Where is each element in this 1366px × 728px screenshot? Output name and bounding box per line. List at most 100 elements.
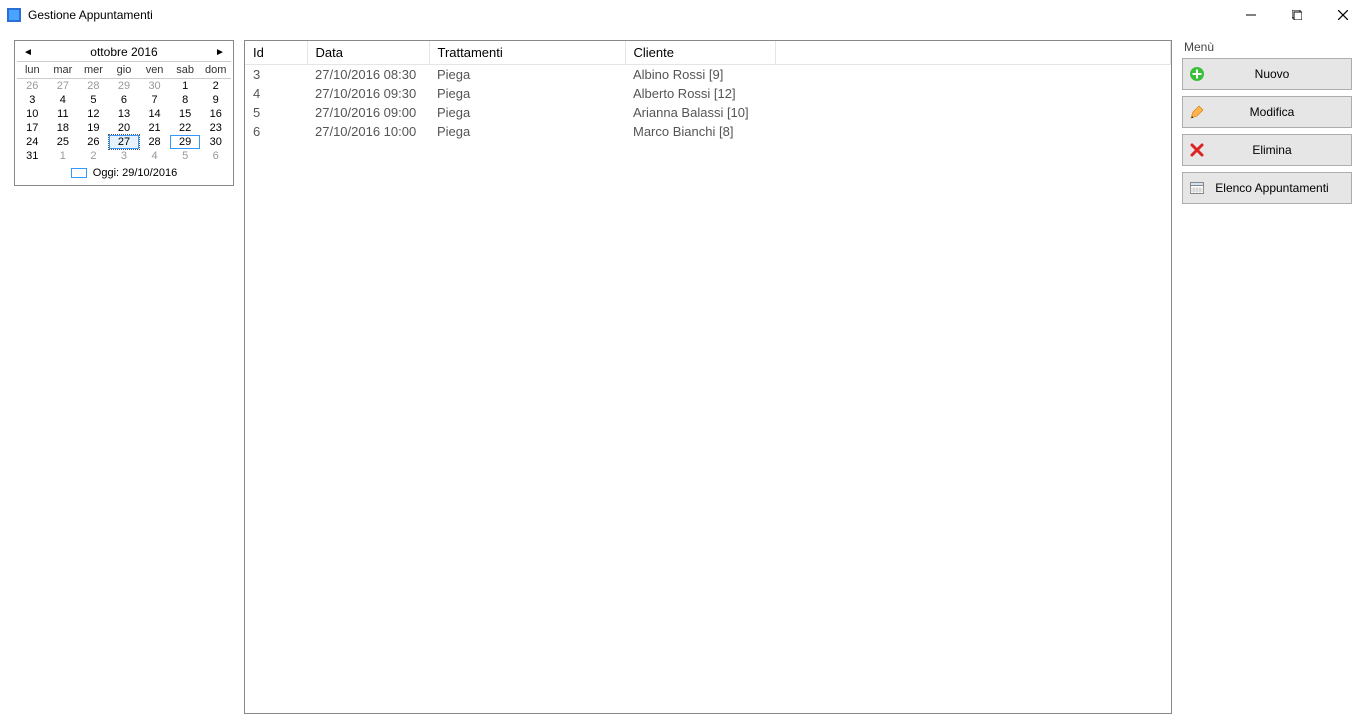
close-button[interactable]: [1320, 0, 1366, 30]
calendar-day[interactable]: 25: [48, 135, 79, 149]
cell-empty: [775, 103, 1171, 122]
elimina-label: Elimina: [1211, 143, 1351, 157]
title-bar: Gestione Appuntamenti: [0, 0, 1366, 30]
calendar-day[interactable]: 27: [48, 79, 79, 93]
calendar-day[interactable]: 28: [139, 135, 170, 149]
calendar-today-link[interactable]: Oggi: 29/10/2016: [17, 163, 231, 179]
calendar-day[interactable]: 13: [109, 107, 140, 121]
cell-cliente: Marco Bianchi [8]: [625, 122, 775, 141]
calendar-day[interactable]: 31: [17, 149, 48, 163]
cell-id: 3: [245, 65, 307, 85]
calendar-day[interactable]: 6: [109, 93, 140, 107]
column-header-cliente[interactable]: Cliente: [625, 41, 775, 65]
table-row[interactable]: 427/10/2016 09:30PiegaAlberto Rossi [12]: [245, 84, 1171, 103]
table-row[interactable]: 627/10/2016 10:00PiegaMarco Bianchi [8]: [245, 122, 1171, 141]
calendar-day[interactable]: 6: [200, 149, 231, 163]
pencil-icon: [1183, 104, 1211, 120]
calendar-dow: lun: [17, 61, 48, 79]
nuovo-button[interactable]: Nuovo: [1182, 58, 1352, 90]
calendar-grid: lunmarmergiovensabdom2627282930123456789…: [17, 61, 231, 163]
calendar-day[interactable]: 4: [48, 93, 79, 107]
calendar-day[interactable]: 29: [109, 79, 140, 93]
cell-data: 27/10/2016 10:00: [307, 122, 429, 141]
elenco-appuntamenti-button[interactable]: Elenco Appuntamenti: [1182, 172, 1352, 204]
calendar-today-label: Oggi: 29/10/2016: [93, 167, 177, 179]
calendar: ◄ ottobre 2016 ► lunmarmergiovensabdom26…: [14, 40, 234, 186]
nuovo-label: Nuovo: [1211, 67, 1351, 81]
cell-tratt: Piega: [429, 65, 625, 85]
calendar-day[interactable]: 20: [109, 121, 140, 135]
cell-data: 27/10/2016 08:30: [307, 65, 429, 85]
menu-title: Menù: [1182, 40, 1352, 54]
calendar-day[interactable]: 19: [78, 121, 109, 135]
calendar-dow: ven: [139, 61, 170, 79]
delete-icon: [1183, 142, 1211, 158]
calendar-day[interactable]: 14: [139, 107, 170, 121]
cell-tratt: Piega: [429, 122, 625, 141]
calendar-dow: mar: [48, 61, 79, 79]
modifica-button[interactable]: Modifica: [1182, 96, 1352, 128]
calendar-day[interactable]: 21: [139, 121, 170, 135]
calendar-day[interactable]: 28: [78, 79, 109, 93]
appointments-table[interactable]: Id Data Trattamenti Cliente 327/10/2016 …: [245, 41, 1171, 141]
calendar-today-box-icon: [71, 168, 87, 178]
calendar-day[interactable]: 1: [48, 149, 79, 163]
maximize-button[interactable]: [1274, 0, 1320, 30]
calendar-day[interactable]: 10: [17, 107, 48, 121]
calendar-dow: mer: [78, 61, 109, 79]
calendar-day[interactable]: 2: [78, 149, 109, 163]
elenco-label: Elenco Appuntamenti: [1211, 181, 1351, 195]
calendar-day[interactable]: 16: [200, 107, 231, 121]
cell-id: 5: [245, 103, 307, 122]
calendar-day[interactable]: 7: [139, 93, 170, 107]
appointments-table-container: Id Data Trattamenti Cliente 327/10/2016 …: [244, 40, 1172, 714]
cell-cliente: Alberto Rossi [12]: [625, 84, 775, 103]
cell-cliente: Albino Rossi [9]: [625, 65, 775, 85]
cell-tratt: Piega: [429, 84, 625, 103]
calendar-day[interactable]: 18: [48, 121, 79, 135]
calendar-day[interactable]: 24: [17, 135, 48, 149]
cell-id: 6: [245, 122, 307, 141]
cell-data: 27/10/2016 09:30: [307, 84, 429, 103]
calendar-day[interactable]: 3: [109, 149, 140, 163]
calendar-day[interactable]: 3: [17, 93, 48, 107]
plus-icon: [1183, 66, 1211, 82]
calendar-month-label[interactable]: ottobre 2016: [90, 45, 157, 59]
calendar-prev-button[interactable]: ◄: [21, 47, 35, 58]
calendar-dow: sab: [170, 61, 201, 79]
column-header-data[interactable]: Data: [307, 41, 429, 65]
calendar-list-icon: [1183, 180, 1211, 196]
calendar-day[interactable]: 17: [17, 121, 48, 135]
table-row[interactable]: 327/10/2016 08:30PiegaAlbino Rossi [9]: [245, 65, 1171, 85]
elimina-button[interactable]: Elimina: [1182, 134, 1352, 166]
calendar-day[interactable]: 30: [200, 135, 231, 149]
calendar-day[interactable]: 15: [170, 107, 201, 121]
calendar-day[interactable]: 12: [78, 107, 109, 121]
calendar-day[interactable]: 23: [200, 121, 231, 135]
cell-data: 27/10/2016 09:00: [307, 103, 429, 122]
calendar-day[interactable]: 26: [17, 79, 48, 93]
calendar-day[interactable]: 30: [139, 79, 170, 93]
calendar-day[interactable]: 5: [78, 93, 109, 107]
calendar-day[interactable]: 27: [109, 135, 140, 149]
calendar-day[interactable]: 2: [200, 79, 231, 93]
calendar-day[interactable]: 29: [170, 135, 201, 149]
calendar-day[interactable]: 9: [200, 93, 231, 107]
cell-id: 4: [245, 84, 307, 103]
table-row[interactable]: 527/10/2016 09:00PiegaArianna Balassi [1…: [245, 103, 1171, 122]
window-title: Gestione Appuntamenti: [28, 8, 153, 22]
calendar-day[interactable]: 22: [170, 121, 201, 135]
calendar-day[interactable]: 11: [48, 107, 79, 121]
cell-empty: [775, 65, 1171, 85]
calendar-day[interactable]: 5: [170, 149, 201, 163]
calendar-dow: gio: [109, 61, 140, 79]
calendar-day[interactable]: 4: [139, 149, 170, 163]
calendar-next-button[interactable]: ►: [213, 47, 227, 58]
calendar-day[interactable]: 1: [170, 79, 201, 93]
modifica-label: Modifica: [1211, 105, 1351, 119]
column-header-trattamenti[interactable]: Trattamenti: [429, 41, 625, 65]
minimize-button[interactable]: [1228, 0, 1274, 30]
calendar-day[interactable]: 8: [170, 93, 201, 107]
calendar-day[interactable]: 26: [78, 135, 109, 149]
column-header-id[interactable]: Id: [245, 41, 307, 65]
